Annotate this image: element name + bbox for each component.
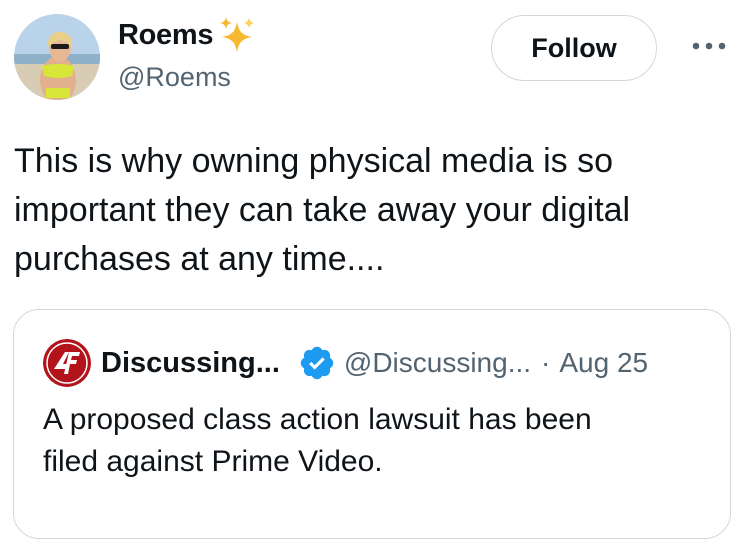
quoted-tweet-text: A proposed class action lawsuit has been… [43,399,713,483]
separator-dot: · [541,347,551,378]
more-options-button[interactable] [692,34,726,58]
quoted-author-avatar [43,339,91,387]
verified-badge-icon [300,346,334,380]
author-name-row: Roems [118,16,257,54]
author-block: Roems @Roems [118,16,257,93]
author-avatar[interactable] [14,14,100,100]
quoted-author-handle[interactable]: @Discussing... [344,347,531,379]
quoted-author-name[interactable]: Discussing... [101,347,280,380]
sparkles-icon [220,17,255,52]
quoted-tweet-date[interactable]: Aug 25 [559,347,648,379]
quoted-text-line: filed against Prime Video. [43,445,383,478]
author-handle[interactable]: @Roems [118,62,257,93]
author-name[interactable]: Roems [118,19,214,52]
discussing-film-logo-icon [43,339,91,387]
quoted-tweet-header: Discussing... @Discussing... · Aug 25 [43,339,648,387]
more-horizontal-icon [692,42,726,50]
follow-button[interactable]: Follow [491,15,657,81]
tweet-text-line: purchases at any time.... [14,240,385,278]
tweet-text: This is why owning physical media is so … [14,137,729,284]
quoted-text-line: A proposed class action lawsuit has been [43,403,592,436]
quoted-tweet-card[interactable]: Discussing... @Discussing... · Aug 25 A … [13,309,731,539]
tweet-text-line: This is why owning physical media is so [14,142,614,180]
tweet-text-line: important they can take away your digita… [14,191,631,229]
